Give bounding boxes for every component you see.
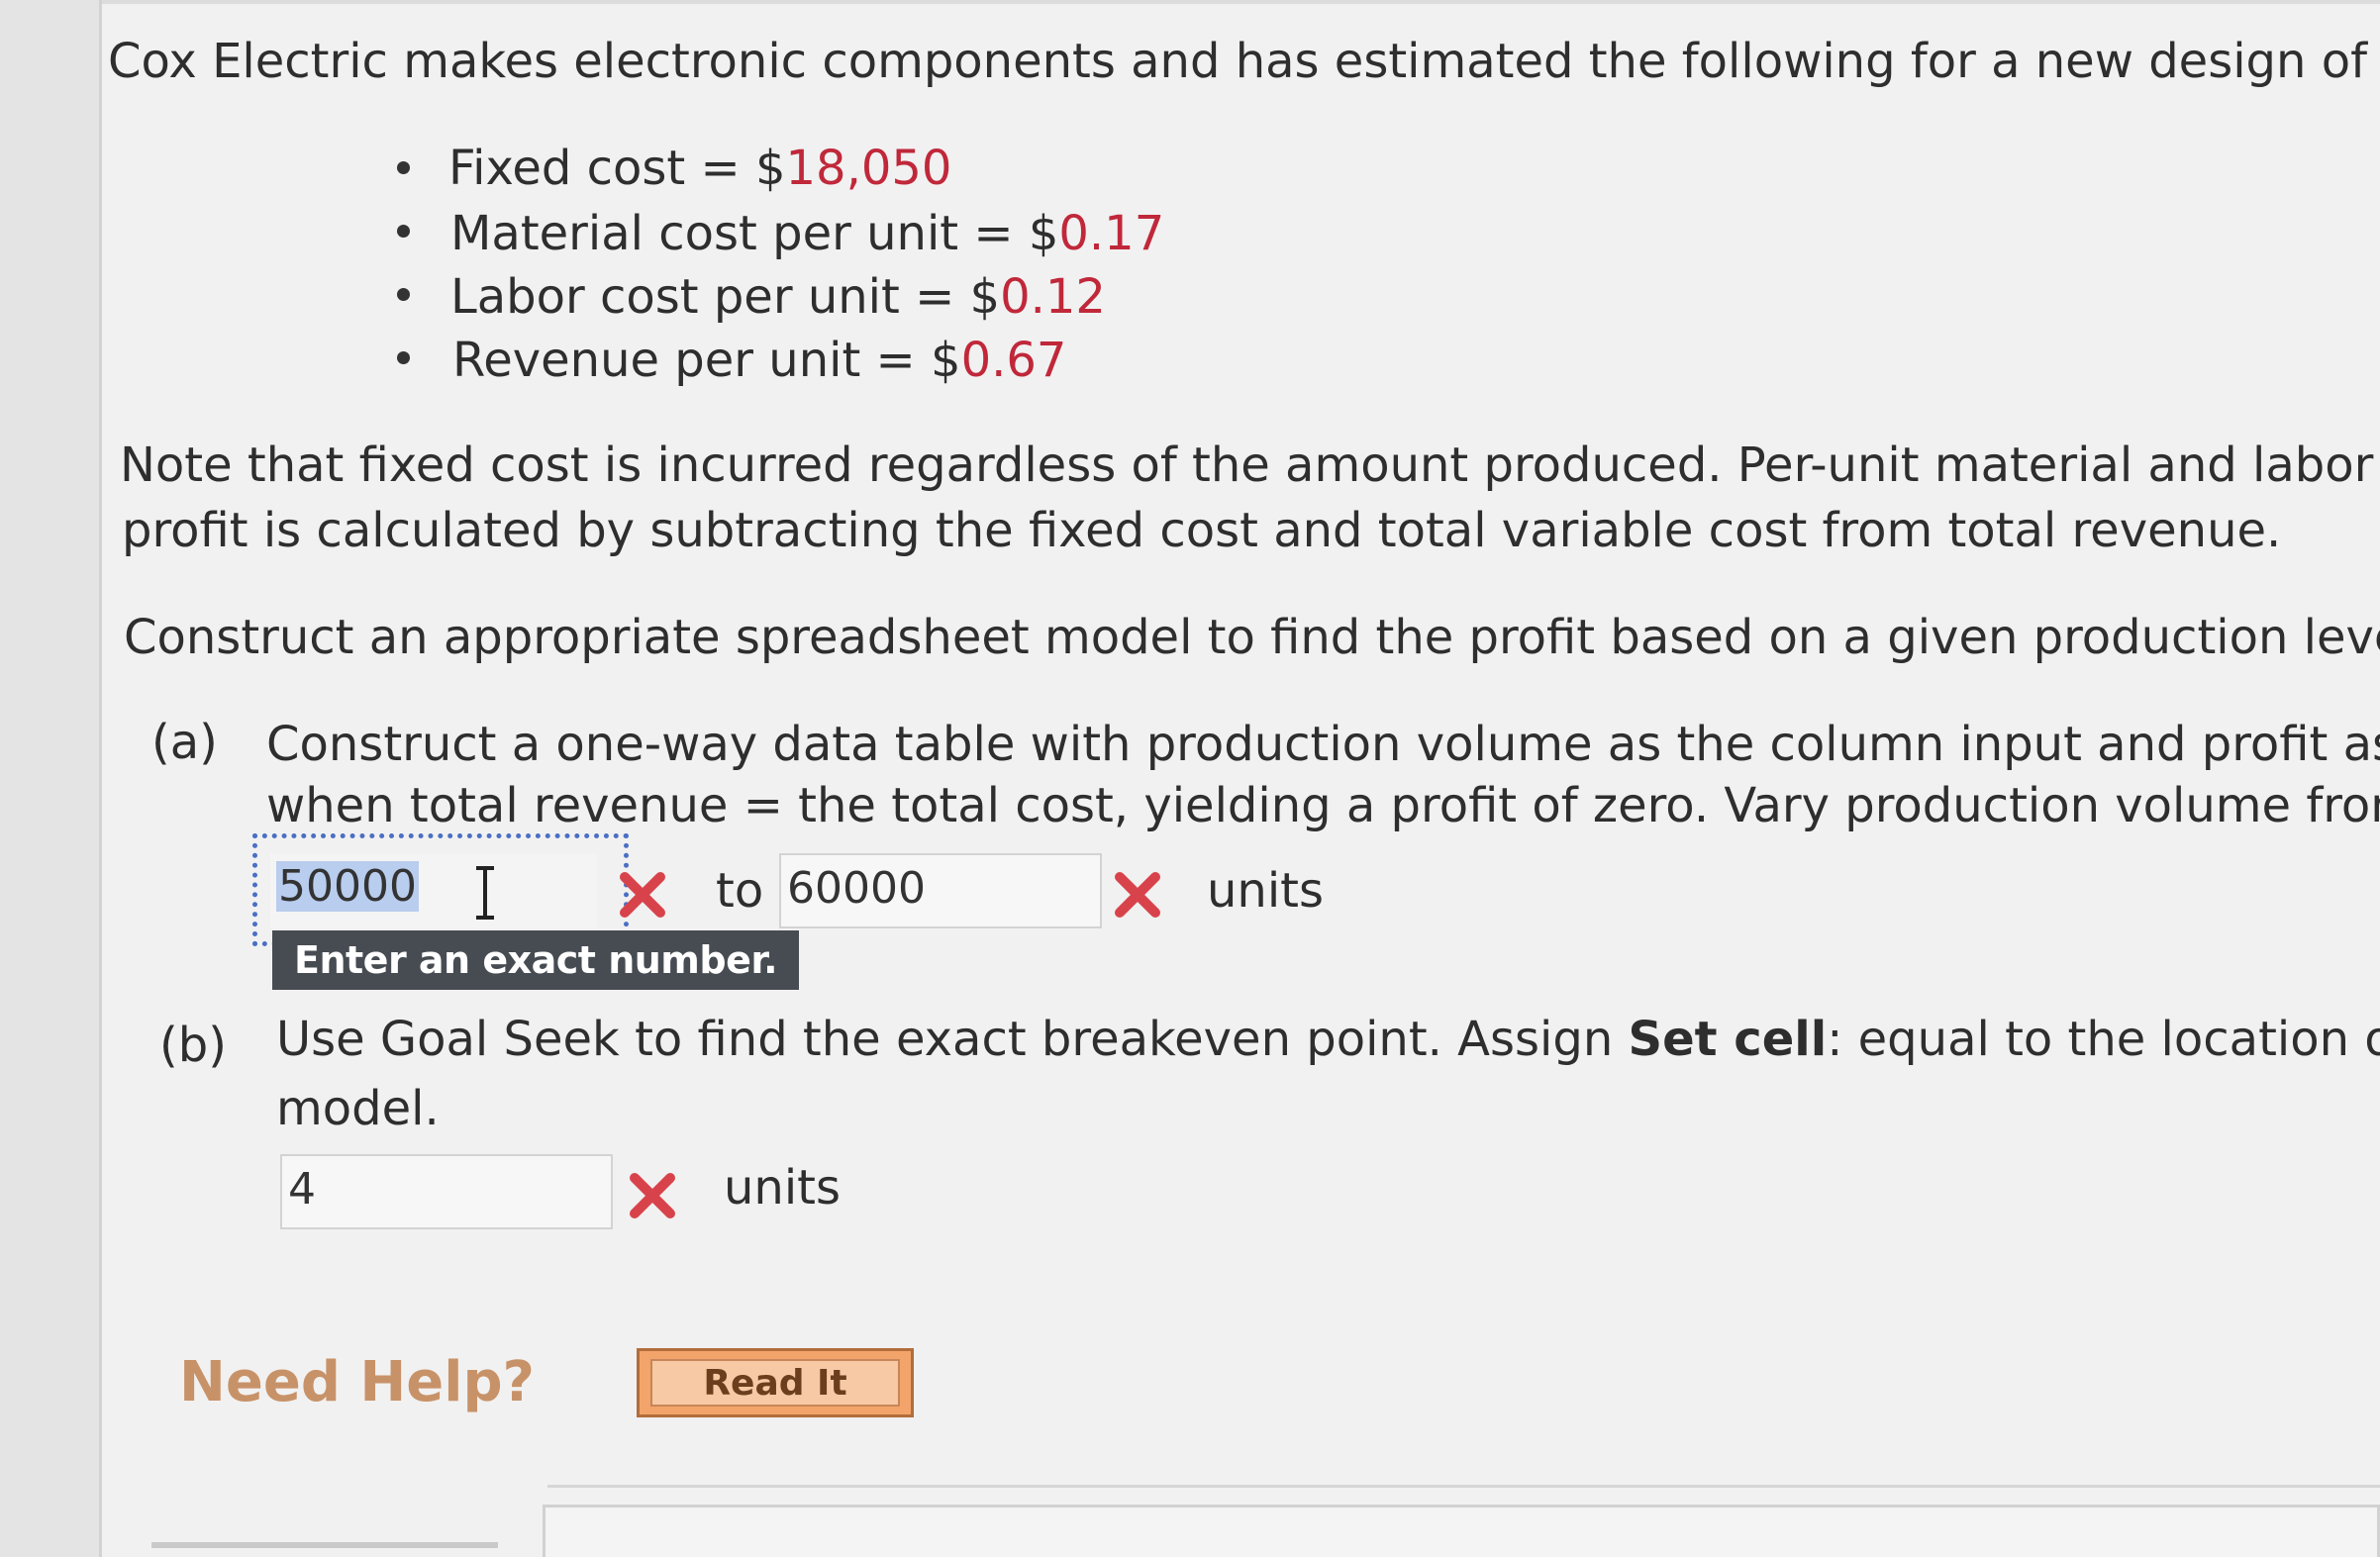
part-b-line-1: Use Goal Seek to find the exact breakeve…	[276, 1012, 2380, 1067]
x-mark-icon	[620, 872, 665, 918]
need-help-label: Need Help?	[179, 1350, 536, 1414]
read-it-label: Read It	[650, 1359, 900, 1407]
construct-instruction: Construct an appropriate spreadsheet mod…	[124, 610, 2380, 665]
note-line-1: Note that fixed cost is incurred regardl…	[120, 438, 2380, 493]
i-beam-cursor-icon	[476, 866, 494, 920]
bottom-tab-edge	[151, 1542, 498, 1548]
part-a-marker: (a)	[151, 715, 218, 770]
next-panel	[543, 1505, 2380, 1557]
bullet-revenue: Revenue per unit = $0.67	[452, 333, 1067, 388]
bullet-dot	[397, 351, 410, 364]
note-line-2: profit is calculated by subtracting the …	[122, 503, 2282, 558]
bullet-fixed-cost: Fixed cost = $18,050	[448, 141, 952, 196]
part-a-line-1: Construct a one-way data table with prod…	[266, 717, 2380, 772]
x-mark-icon	[1115, 872, 1160, 918]
part-b-marker: (b)	[159, 1018, 227, 1073]
part-b-line-2: model.	[276, 1081, 440, 1136]
volume-from-input[interactable]: 50000	[270, 853, 597, 928]
volume-to-input[interactable]: 60000	[779, 853, 1102, 928]
bullet-material-cost: Material cost per unit = $0.17	[450, 206, 1165, 261]
question-page: Cox Electric makes electronic components…	[102, 0, 2380, 1557]
page-top-divider	[102, 0, 2380, 4]
breakeven-input[interactable]: 4	[280, 1154, 613, 1229]
bullet-dot	[397, 288, 410, 301]
selected-input-text: 50000	[276, 861, 419, 912]
part-a-line-2: when total revenue = the total cost, yie…	[266, 778, 2380, 833]
left-gutter	[0, 0, 102, 1557]
x-mark-icon	[630, 1173, 675, 1218]
bullet-labor-cost: Labor cost per unit = $0.12	[450, 269, 1106, 325]
bullet-dot	[397, 225, 410, 238]
read-it-button[interactable]: Read It	[637, 1348, 914, 1417]
units-label-b: units	[724, 1160, 842, 1216]
section-divider	[547, 1485, 2380, 1488]
bullet-dot	[397, 161, 410, 174]
intro-text: Cox Electric makes electronic components…	[108, 34, 2380, 89]
to-label: to	[716, 863, 764, 919]
units-label-a: units	[1207, 863, 1325, 919]
validation-tooltip: Enter an exact number.	[272, 930, 800, 990]
